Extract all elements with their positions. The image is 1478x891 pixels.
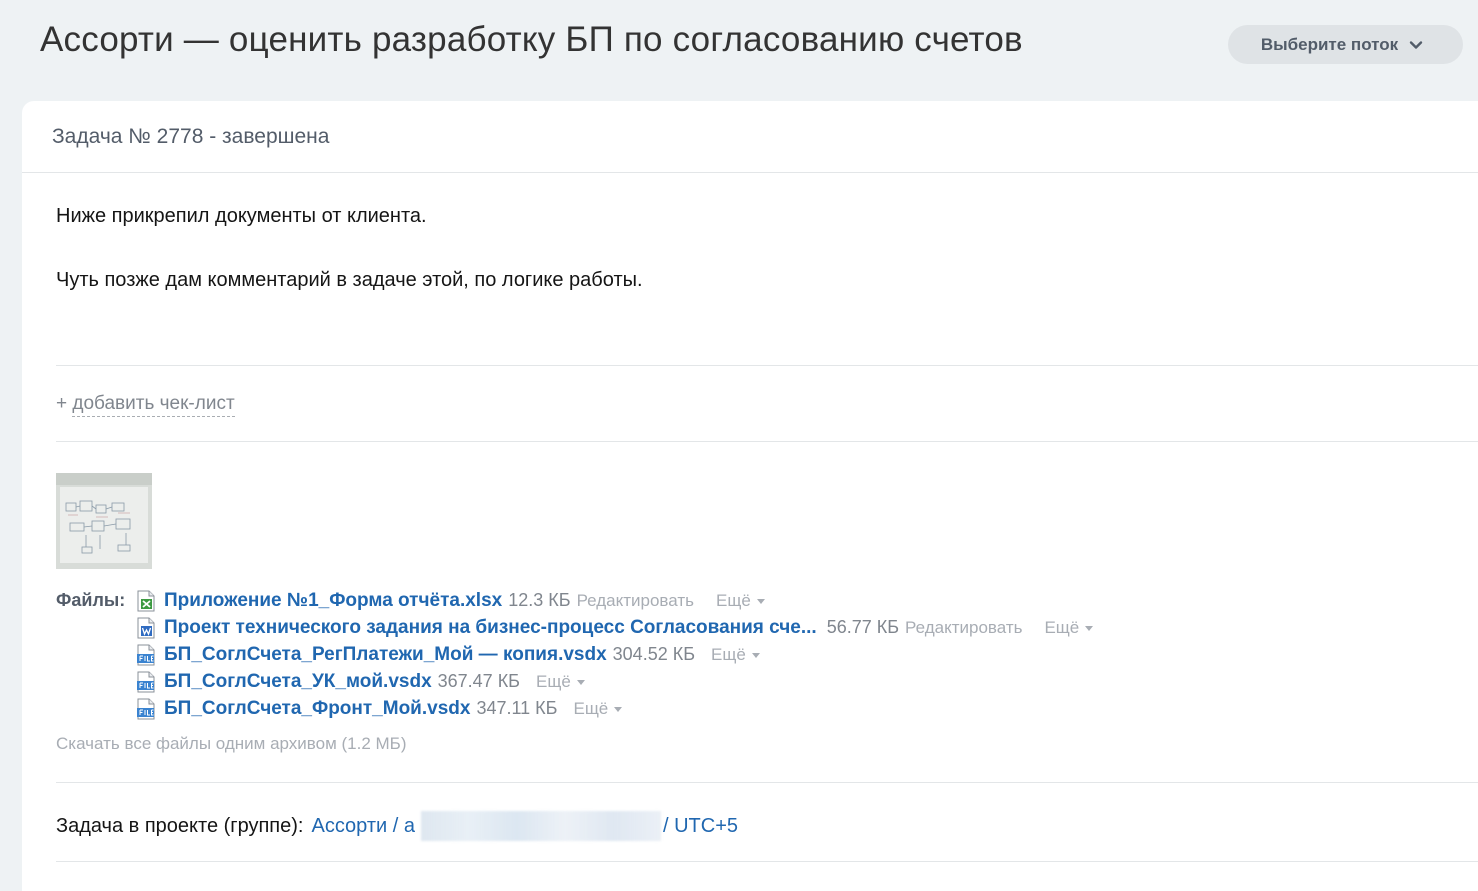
file-row: БП_СоглСчета_Фронт_Мой.vsdx 347.11 КБ Ещ… [135, 695, 1093, 722]
file-list: Приложение №1_Форма отчёта.xlsx 12.3 КБ … [135, 587, 1094, 722]
file-name-link[interactable]: БП_СоглСчета_Фронт_Мой.vsdx [164, 698, 470, 720]
files-label: Файлы: [56, 590, 126, 610]
page-title: Ассорти — оценить разработку БП по согла… [40, 20, 1023, 59]
caret-down-icon [751, 652, 760, 658]
project-label: Задача в проекте (группе): [56, 814, 304, 837]
divider [56, 365, 1478, 366]
file-name-link[interactable]: БП_СоглСчета_УК_мой.vsdx [164, 671, 432, 693]
file-row: БП_СоглСчета_УК_мой.vsdx 367.47 КБ Ещё [135, 668, 1093, 695]
file-more-menu[interactable]: Ещё [573, 698, 623, 719]
project-link[interactable]: Ассорти / а [311, 815, 415, 838]
divider [56, 441, 1478, 442]
project-timezone-link[interactable]: / UTC+5 [663, 815, 738, 838]
caret-down-icon [576, 679, 585, 685]
file-more-label: Ещё [716, 590, 751, 610]
generic-file-icon[interactable] [135, 671, 157, 693]
flow-select-dropdown[interactable]: Выберите поток [1228, 25, 1463, 64]
task-card-header: Задача № 2778 - завершена [22, 101, 1478, 173]
divider [56, 861, 1478, 862]
task-status: Задача № 2778 - завершена [52, 125, 330, 148]
caret-down-icon [756, 598, 765, 604]
project-row: Задача в проекте (группе): Ассорти / а /… [56, 811, 738, 841]
file-more-label: Ещё [573, 698, 609, 718]
file-name-link[interactable]: Приложение №1_Форма отчёта.xlsx [164, 590, 502, 612]
caret-down-icon [614, 706, 623, 712]
file-more-menu[interactable]: Ещё [536, 672, 585, 692]
file-name-link[interactable]: БП_СоглСчета_РегПлатежи_Мой — копия.vsdx [164, 644, 607, 666]
generic-file-icon[interactable] [135, 698, 157, 720]
file-edit-link[interactable]: Редактировать [577, 591, 694, 611]
file-row: БП_СоглСчета_РегПлатежи_Мой — копия.vsdx… [135, 641, 1093, 668]
caret-down-icon [1085, 625, 1094, 631]
file-more-menu[interactable]: Ещё [716, 591, 765, 611]
download-all-archive-link[interactable]: Скачать все файлы одним архивом (1.2 МБ) [56, 734, 407, 754]
redacted-region [420, 811, 661, 841]
file-size: 12.3 КБ [508, 590, 571, 610]
page-header: Ассорти — оценить разработку БП по согла… [0, 0, 1478, 100]
file-size: 56.77 КБ [826, 617, 900, 637]
excel-file-icon[interactable] [135, 590, 157, 612]
file-more-menu[interactable]: Ещё [1044, 617, 1094, 638]
file-size: 304.52 КБ [612, 644, 696, 664]
file-more-menu[interactable]: Ещё [711, 645, 760, 665]
add-checklist-label: добавить чек-лист [72, 393, 235, 417]
description-line: Чуть позже дам комментарий в задаче этой… [56, 269, 643, 291]
file-row: Приложение №1_Форма отчёта.xlsx 12.3 КБ … [135, 587, 1093, 614]
generic-file-icon[interactable] [135, 644, 157, 666]
add-checklist-link[interactable]: + добавить чек-лист [56, 393, 235, 417]
file-size: 347.11 КБ [476, 698, 558, 718]
chevron-down-icon [1409, 40, 1423, 49]
task-card: Задача № 2778 - завершена Ниже прикрепил… [22, 101, 1478, 891]
file-name-link[interactable]: Проект технического задания на бизнес-пр… [164, 617, 817, 639]
flow-select-label: Выберите поток [1260, 34, 1399, 54]
file-more-label: Ещё [711, 644, 746, 664]
file-edit-link[interactable]: Редактировать [905, 618, 1022, 638]
plus-icon: + [56, 393, 68, 414]
file-size: 367.47 КБ [437, 671, 520, 691]
whiteboard-photo-icon [56, 473, 152, 569]
attachment-image-thumbnail[interactable] [56, 473, 152, 569]
file-more-label: Ещё [1044, 617, 1080, 637]
file-more-label: Ещё [536, 671, 571, 691]
divider [56, 782, 1478, 783]
file-row: Проект технического задания на бизнес-пр… [135, 614, 1094, 641]
task-description: Ниже прикрепил документы от клиента. Чут… [56, 205, 643, 291]
word-file-icon[interactable] [135, 617, 157, 639]
description-line: Ниже прикрепил документы от клиента. [56, 205, 427, 227]
